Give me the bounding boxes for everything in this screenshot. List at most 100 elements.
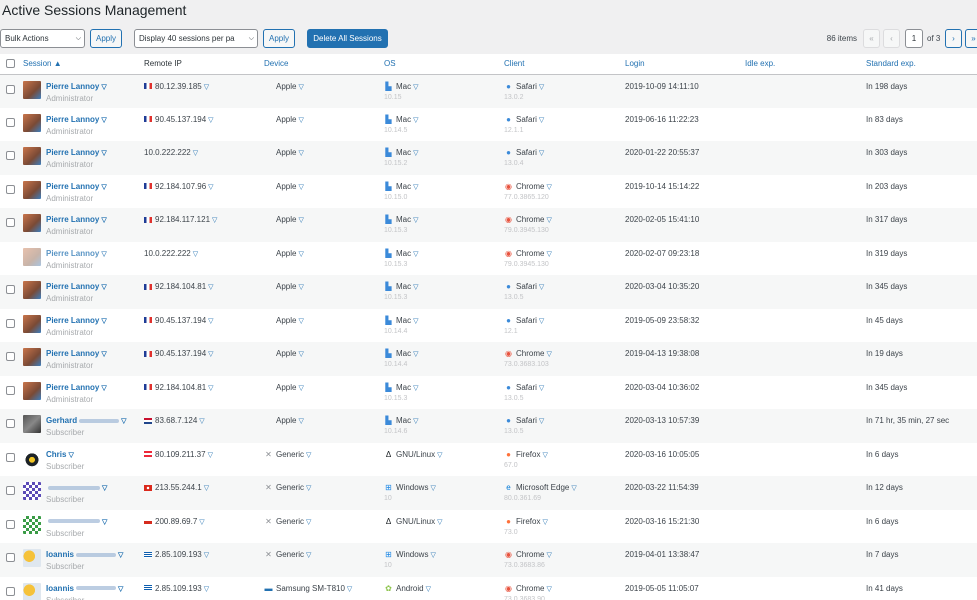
filter-icon[interactable]: ▽ <box>437 519 442 526</box>
filter-icon[interactable]: ▽ <box>306 452 311 459</box>
filter-icon[interactable]: ▽ <box>101 150 106 157</box>
user-name-link[interactable]: Chris ▽ <box>46 450 74 459</box>
filter-icon[interactable]: ▽ <box>208 284 213 291</box>
delete-all-sessions-button[interactable]: Delete All Sessions <box>307 29 388 48</box>
user-name-link[interactable]: ▽ <box>46 517 107 526</box>
filter-icon[interactable]: ▽ <box>298 418 303 425</box>
filter-icon[interactable]: ▽ <box>121 418 126 425</box>
filter-icon[interactable]: ▽ <box>539 84 544 91</box>
column-session[interactable]: Session ▲ <box>19 54 140 75</box>
filter-icon[interactable]: ▽ <box>193 251 198 258</box>
filter-icon[interactable]: ▽ <box>546 351 551 358</box>
first-page-button[interactable]: « <box>863 29 880 48</box>
row-checkbox[interactable] <box>6 519 15 529</box>
filter-icon[interactable]: ▽ <box>102 519 107 526</box>
filter-icon[interactable]: ▽ <box>208 351 213 358</box>
row-checkbox[interactable] <box>6 586 15 596</box>
filter-icon[interactable]: ▽ <box>101 251 106 258</box>
filter-icon[interactable]: ▽ <box>101 284 106 291</box>
bulk-actions-select[interactable]: Bulk Actions ⌵ <box>0 29 85 48</box>
filter-icon[interactable]: ▽ <box>101 84 106 91</box>
filter-icon[interactable]: ▽ <box>539 117 544 124</box>
filter-icon[interactable]: ▽ <box>546 217 551 224</box>
filter-icon[interactable]: ▽ <box>413 117 418 124</box>
user-name-link[interactable]: ▽ <box>46 483 107 492</box>
filter-icon[interactable]: ▽ <box>101 184 106 191</box>
row-checkbox[interactable] <box>6 218 15 227</box>
user-name-link[interactable]: Ioannis ▽ <box>46 550 123 559</box>
filter-icon[interactable]: ▽ <box>208 184 213 191</box>
column-os[interactable]: OS <box>380 54 500 75</box>
filter-icon[interactable]: ▽ <box>101 117 106 124</box>
user-name-link[interactable]: Pierre Lannoy ▽ <box>46 316 107 325</box>
filter-icon[interactable]: ▽ <box>68 452 73 459</box>
row-checkbox[interactable] <box>6 553 15 562</box>
filter-icon[interactable]: ▽ <box>208 385 213 392</box>
filter-icon[interactable]: ▽ <box>102 485 107 492</box>
filter-icon[interactable]: ▽ <box>413 184 418 191</box>
user-name-link[interactable]: Gerhard ▽ <box>46 416 127 425</box>
filter-icon[interactable]: ▽ <box>306 485 311 492</box>
user-name-link[interactable]: Ioannis ▽ <box>46 584 123 593</box>
filter-icon[interactable]: ▽ <box>298 84 303 91</box>
row-checkbox[interactable] <box>6 419 15 428</box>
filter-icon[interactable]: ▽ <box>413 385 418 392</box>
filter-icon[interactable]: ▽ <box>306 519 311 526</box>
user-name-link[interactable]: Pierre Lannoy ▽ <box>46 282 107 291</box>
user-name-link[interactable]: Pierre Lannoy ▽ <box>46 115 107 124</box>
filter-icon[interactable]: ▽ <box>101 217 106 224</box>
row-checkbox[interactable] <box>6 318 15 328</box>
column-standard-exp[interactable]: Standard exp. <box>862 54 977 75</box>
row-checkbox[interactable] <box>6 285 15 294</box>
filter-icon[interactable]: ▽ <box>204 586 209 593</box>
select-all-checkbox[interactable] <box>6 59 15 69</box>
filter-icon[interactable]: ▽ <box>546 251 551 258</box>
filter-icon[interactable]: ▽ <box>546 184 551 191</box>
filter-icon[interactable]: ▽ <box>298 117 303 124</box>
filter-icon[interactable]: ▽ <box>204 485 209 492</box>
display-count-select[interactable]: Display 40 sessions per pa ⌵ <box>134 29 258 48</box>
row-checkbox[interactable] <box>6 486 15 495</box>
row-checkbox[interactable] <box>6 84 15 94</box>
row-checkbox[interactable] <box>6 352 15 361</box>
filter-icon[interactable]: ▽ <box>539 318 544 325</box>
filter-icon[interactable]: ▽ <box>539 284 544 291</box>
filter-icon[interactable]: ▽ <box>298 284 303 291</box>
user-name-link[interactable]: Pierre Lannoy ▽ <box>46 182 107 191</box>
filter-icon[interactable]: ▽ <box>298 318 303 325</box>
column-device[interactable]: Device <box>260 54 380 75</box>
current-page-input[interactable]: 1 <box>905 29 923 48</box>
filter-icon[interactable]: ▽ <box>413 84 418 91</box>
filter-icon[interactable]: ▽ <box>204 84 209 91</box>
filter-icon[interactable]: ▽ <box>208 452 213 459</box>
filter-icon[interactable]: ▽ <box>430 552 435 559</box>
filter-icon[interactable]: ▽ <box>199 519 204 526</box>
filter-icon[interactable]: ▽ <box>437 452 442 459</box>
filter-icon[interactable]: ▽ <box>539 418 544 425</box>
column-idle-exp[interactable]: Idle exp. <box>741 54 862 75</box>
filter-icon[interactable]: ▽ <box>542 519 547 526</box>
row-checkbox[interactable] <box>6 151 15 160</box>
filter-icon[interactable]: ▽ <box>208 117 213 124</box>
filter-icon[interactable]: ▽ <box>208 318 213 325</box>
filter-icon[interactable]: ▽ <box>101 385 106 392</box>
filter-icon[interactable]: ▽ <box>546 552 551 559</box>
apply-bulk-button[interactable]: Apply <box>90 29 122 48</box>
filter-icon[interactable]: ▽ <box>426 586 431 593</box>
user-name-link[interactable]: Pierre Lannoy ▽ <box>46 215 107 224</box>
filter-icon[interactable]: ▽ <box>298 150 303 157</box>
filter-icon[interactable]: ▽ <box>298 385 303 392</box>
filter-icon[interactable]: ▽ <box>101 351 106 358</box>
user-name-link[interactable]: Pierre Lannoy ▽ <box>46 82 107 91</box>
filter-icon[interactable]: ▽ <box>413 318 418 325</box>
next-page-button[interactable]: › <box>945 29 962 48</box>
filter-icon[interactable]: ▽ <box>298 184 303 191</box>
row-checkbox[interactable] <box>6 117 15 127</box>
filter-icon[interactable]: ▽ <box>118 586 123 593</box>
filter-icon[interactable]: ▽ <box>542 452 547 459</box>
apply-display-button[interactable]: Apply <box>263 29 295 48</box>
user-name-link[interactable]: Pierre Lannoy ▽ <box>46 349 107 358</box>
filter-icon[interactable]: ▽ <box>413 351 418 358</box>
filter-icon[interactable]: ▽ <box>571 485 576 492</box>
user-name-link[interactable]: Pierre Lannoy ▽ <box>46 383 107 392</box>
